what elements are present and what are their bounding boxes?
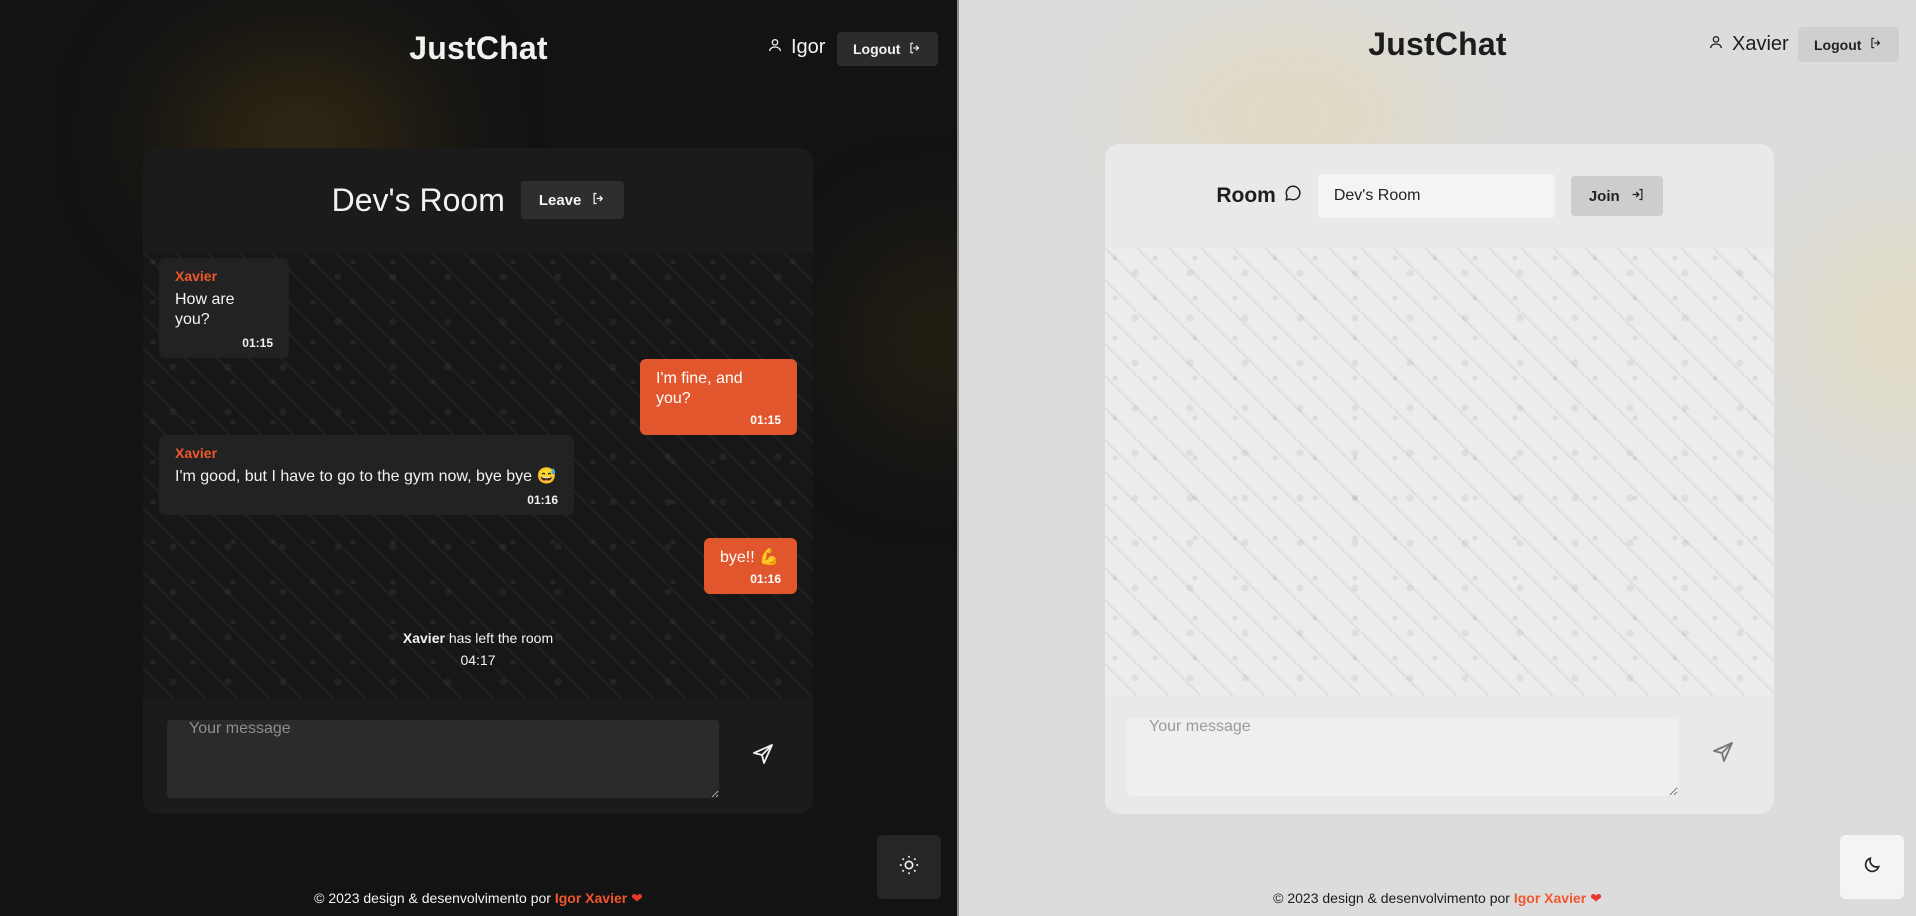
message-incoming: Xavier How are you? 01:15: [159, 258, 289, 358]
room-header: Dev's Room Leave: [143, 148, 813, 252]
send-button[interactable]: [1703, 734, 1743, 774]
message-outgoing: bye!! 💪 01:16: [704, 538, 797, 594]
send-icon: [1711, 740, 1735, 769]
system-notice-time: 04:17: [460, 652, 496, 668]
message-text: I'm good, but I have to go to the gym no…: [175, 468, 557, 485]
leave-icon: [591, 191, 606, 210]
room-form: Room Join: [1105, 144, 1774, 248]
message-author: Xavier: [175, 445, 218, 461]
footer: © 2023 design & desenvolvimento por Igor…: [0, 890, 957, 907]
logout-button[interactable]: Logout: [837, 32, 939, 66]
system-notice: Xavier has left the room 04:17: [143, 627, 813, 671]
leave-label: Leave: [538, 191, 582, 209]
message-composer: [1105, 696, 1774, 814]
room-title: Dev's Room: [331, 181, 505, 218]
heart-icon: ❤: [631, 890, 643, 906]
background-glow: [860, 250, 957, 430]
send-icon: [751, 742, 775, 771]
message-input[interactable]: [1127, 718, 1678, 796]
join-room-card: Room Join: [1105, 144, 1774, 814]
send-button[interactable]: [743, 736, 783, 776]
message-composer: [143, 696, 813, 814]
heart-icon: ❤: [1590, 890, 1602, 906]
message-input[interactable]: [167, 720, 719, 798]
light-theme-pane: JustChat Xavier Logout Room Join: [959, 0, 1916, 916]
app-header: JustChat Xavier Logout: [959, 0, 1916, 96]
message-text: I'm fine, and you?: [656, 370, 743, 407]
footer-text: © 2023 design & desenvolvimento por: [314, 890, 551, 906]
message-text: How are you?: [175, 291, 235, 328]
room-name-input[interactable]: [1317, 174, 1555, 218]
join-button[interactable]: Join: [1570, 176, 1663, 216]
message-list[interactable]: Xavier How are you? 01:15 I'm fine, and …: [143, 252, 813, 700]
user-name: Igor: [791, 36, 826, 58]
user-name: Xavier: [1732, 33, 1789, 55]
logout-icon: [1869, 36, 1883, 53]
footer: © 2023 design & desenvolvimento por Igor…: [959, 890, 1916, 907]
message-time: 01:16: [527, 493, 558, 507]
join-label: Join: [1588, 187, 1620, 205]
leave-button[interactable]: Leave: [520, 181, 625, 219]
message-outgoing: I'm fine, and you? 01:15: [640, 359, 797, 435]
chat-bubble-icon: [1284, 184, 1302, 208]
room-label-text: Room: [1216, 184, 1276, 207]
logout-label: Logout: [1814, 36, 1862, 53]
footer-author-link[interactable]: Igor Xavier: [555, 890, 627, 906]
message-author: Xavier: [175, 268, 218, 284]
room-label: Room: [1216, 184, 1302, 208]
join-icon: [1630, 187, 1645, 206]
message-time: 01:16: [750, 572, 781, 586]
message-time: 01:15: [750, 413, 781, 427]
dark-theme-pane: JustChat Igor Logout Dev's Room Leave Xa…: [0, 0, 957, 916]
moon-icon: [1862, 855, 1882, 880]
chat-card: Dev's Room Leave Xavier How are you? 01:…: [143, 148, 813, 814]
footer-author-link[interactable]: Igor Xavier: [1514, 890, 1586, 906]
user-icon: [767, 36, 783, 59]
system-notice-text: has left the room: [444, 630, 554, 646]
message-list[interactable]: [1105, 248, 1774, 696]
current-user: Xavier: [1708, 33, 1789, 56]
message-text: bye!! 💪: [720, 549, 780, 566]
logout-label: Logout: [853, 41, 901, 57]
background-glow: [1809, 220, 1916, 440]
message-time: 01:15: [242, 336, 273, 350]
system-notice-name: Xavier: [402, 630, 445, 646]
message-incoming: Xavier I'm good, but I have to go to the…: [159, 435, 574, 515]
current-user: Igor: [767, 36, 825, 59]
footer-text: © 2023 design & desenvolvimento por: [1273, 890, 1510, 906]
sun-icon: [898, 854, 920, 881]
logout-icon: [908, 41, 922, 58]
user-icon: [1708, 33, 1724, 56]
app-header: JustChat Igor Logout: [0, 0, 957, 96]
logout-button[interactable]: Logout: [1798, 27, 1900, 62]
